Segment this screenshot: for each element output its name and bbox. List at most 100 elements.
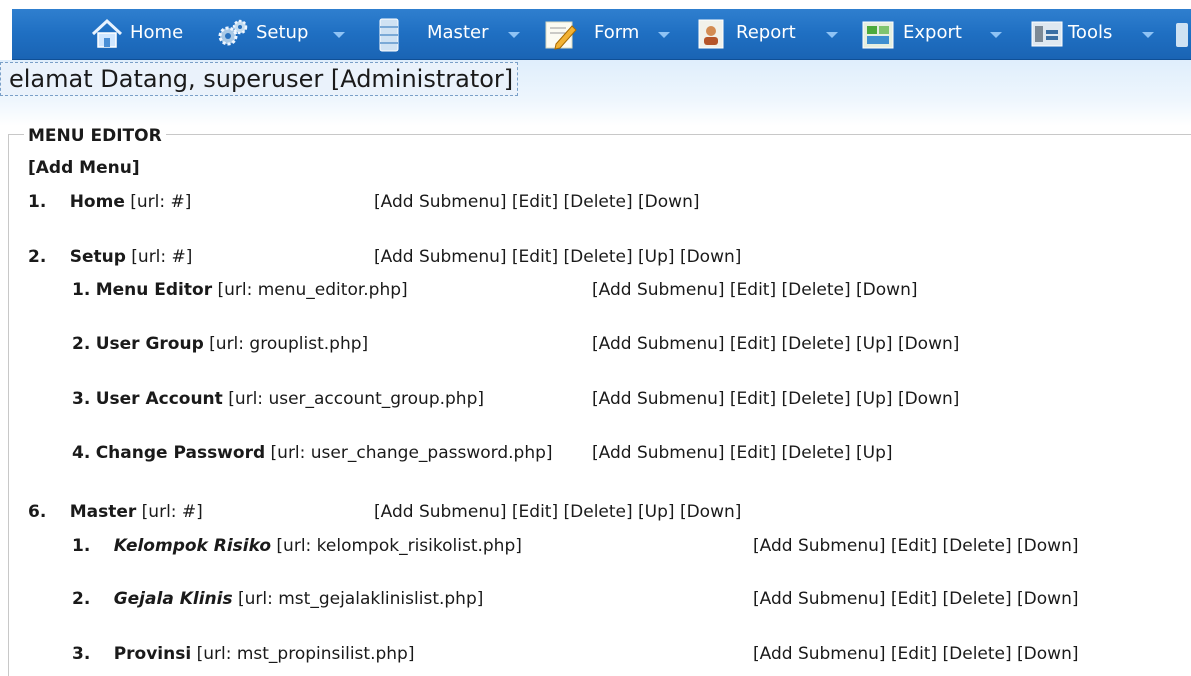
edit-link[interactable]: [Edit] xyxy=(730,334,776,354)
edit-link[interactable]: [Edit] xyxy=(891,644,937,664)
edit-link[interactable]: [Edit] xyxy=(891,589,937,609)
up-link[interactable]: [Up] xyxy=(856,389,893,409)
item-url: [url: #] xyxy=(141,502,203,522)
edit-link[interactable]: [Edit] xyxy=(730,443,776,463)
add-menu-link[interactable]: [Add Menu] xyxy=(28,158,140,178)
edit-link[interactable]: [Edit] xyxy=(512,192,558,212)
down-link[interactable]: [Down] xyxy=(680,502,741,522)
down-link[interactable]: [Down] xyxy=(898,334,959,354)
chevron-down-icon xyxy=(508,32,520,38)
item-url: [url: kelompok_risikolist.php] xyxy=(276,536,522,556)
menu-editor-title: MENU EDITOR xyxy=(24,126,166,146)
item-number: 4. xyxy=(72,443,91,463)
nav-master[interactable]: Master xyxy=(374,9,524,59)
item-number: 2. xyxy=(28,247,47,267)
chevron-down-icon xyxy=(1142,32,1154,38)
gears-icon xyxy=(217,18,249,55)
down-link[interactable]: [Down] xyxy=(856,280,917,300)
nav-form-label: Form xyxy=(594,22,640,43)
delete-link[interactable]: [Delete] xyxy=(782,280,851,300)
item-name: User Group xyxy=(95,334,204,354)
add-submenu-link[interactable]: [Add Submenu] xyxy=(592,389,725,409)
down-link[interactable]: [Down] xyxy=(1017,589,1078,609)
add-submenu-link[interactable]: [Add Submenu] xyxy=(592,280,725,300)
item-name: Master xyxy=(69,502,137,522)
up-link[interactable]: [Up] xyxy=(856,443,893,463)
delete-link[interactable]: [Delete] xyxy=(943,536,1012,556)
delete-link[interactable]: [Delete] xyxy=(782,389,851,409)
edit-link[interactable]: [Edit] xyxy=(512,502,558,522)
down-link[interactable]: [Down] xyxy=(1017,644,1078,664)
form-edit-icon xyxy=(544,18,578,55)
database-icon xyxy=(374,18,404,57)
chevron-down-icon xyxy=(333,32,345,38)
delete-link[interactable]: [Delete] xyxy=(564,247,633,267)
up-link[interactable]: [Up] xyxy=(638,502,675,522)
add-submenu-link[interactable]: [Add Submenu] xyxy=(374,247,507,267)
submenu-item-gejala-klinis: 2. Gejala Klinis [url: mst_gejalaklinisl… xyxy=(72,589,483,609)
item-actions: [Add Submenu] [Edit] [Delete] [Down] xyxy=(753,536,1078,556)
item-number: 2. xyxy=(72,589,91,609)
item-number: 6. xyxy=(28,502,47,522)
nav-tools[interactable]: Tools xyxy=(1030,9,1170,59)
chevron-down-icon xyxy=(990,32,1002,38)
nav-form[interactable]: Form xyxy=(542,9,677,59)
item-actions: [Add Submenu] [Edit] [Delete] [Down] xyxy=(374,192,699,212)
delete-link[interactable]: [Delete] xyxy=(564,502,633,522)
overflow-menu-icon[interactable] xyxy=(1176,23,1188,47)
submenu-item-provinsi: 3. Provinsi [url: mst_propinsilist.php] xyxy=(72,644,414,664)
nav-setup[interactable]: Setup xyxy=(217,9,347,59)
delete-link[interactable]: [Delete] xyxy=(943,589,1012,609)
delete-link[interactable]: [Delete] xyxy=(943,644,1012,664)
item-actions: [Add Submenu] [Edit] [Delete] [Down] xyxy=(753,589,1078,609)
item-name: User Account xyxy=(95,389,223,409)
item-actions: [Add Submenu] [Edit] [Delete] [Up] [Down… xyxy=(374,502,741,522)
nav-home-label: Home xyxy=(130,22,184,43)
menu-item-master: 6. Master [url: #] xyxy=(28,502,203,522)
add-submenu-link[interactable]: [Add Submenu] xyxy=(592,443,725,463)
add-submenu-link[interactable]: [Add Submenu] xyxy=(374,502,507,522)
item-actions: [Add Submenu] [Edit] [Delete] [Up] [Down… xyxy=(592,389,959,409)
submenu-item-user-group: 2. User Group [url: grouplist.php] xyxy=(72,334,368,354)
item-number: 1. xyxy=(28,192,47,212)
up-link[interactable]: [Up] xyxy=(638,247,675,267)
top-navbar: Home Setup Master Form Report Export Too… xyxy=(12,9,1191,60)
item-url: [url: grouplist.php] xyxy=(209,334,369,354)
submenu-item-menu-editor: 1. Menu Editor [url: menu_editor.php] xyxy=(72,280,408,300)
add-submenu-link[interactable]: [Add Submenu] xyxy=(753,644,886,664)
up-link[interactable]: [Up] xyxy=(856,334,893,354)
item-actions: [Add Submenu] [Edit] [Delete] [Up] [Down… xyxy=(374,247,741,267)
edit-link[interactable]: [Edit] xyxy=(512,247,558,267)
delete-link[interactable]: [Delete] xyxy=(782,443,851,463)
export-icon xyxy=(860,18,896,57)
chevron-down-icon xyxy=(658,32,670,38)
delete-link[interactable]: [Delete] xyxy=(564,192,633,212)
nav-export-label: Export xyxy=(903,22,962,43)
edit-link[interactable]: [Edit] xyxy=(730,280,776,300)
down-link[interactable]: [Down] xyxy=(1017,536,1078,556)
down-link[interactable]: [Down] xyxy=(680,247,741,267)
item-number: 3. xyxy=(72,389,91,409)
item-actions: [Add Submenu] [Edit] [Delete] [Down] xyxy=(753,644,1078,664)
add-submenu-link[interactable]: [Add Submenu] xyxy=(374,192,507,212)
item-name: Home xyxy=(69,192,125,212)
nav-home[interactable]: Home xyxy=(90,9,200,59)
delete-link[interactable]: [Delete] xyxy=(782,334,851,354)
submenu-item-user-account: 3. User Account [url: user_account_group… xyxy=(72,389,484,409)
down-link[interactable]: [Down] xyxy=(638,192,699,212)
menu-item-setup: 2. Setup [url: #] xyxy=(28,247,192,267)
nav-report[interactable]: Report xyxy=(696,9,846,59)
item-url: [url: #] xyxy=(131,247,193,267)
nav-setup-label: Setup xyxy=(256,22,309,43)
down-link[interactable]: [Down] xyxy=(898,389,959,409)
edit-link[interactable]: [Edit] xyxy=(730,389,776,409)
add-submenu-link[interactable]: [Add Submenu] xyxy=(753,536,886,556)
add-submenu-link[interactable]: [Add Submenu] xyxy=(753,589,886,609)
add-submenu-link[interactable]: [Add Submenu] xyxy=(592,334,725,354)
item-actions: [Add Submenu] [Edit] [Delete] [Up] xyxy=(592,443,893,463)
nav-export[interactable]: Export xyxy=(860,9,1010,59)
edit-link[interactable]: [Edit] xyxy=(891,536,937,556)
item-url: [url: menu_editor.php] xyxy=(217,280,408,300)
item-url: [url: user_account_group.php] xyxy=(228,389,485,409)
item-name: Setup xyxy=(69,247,126,267)
